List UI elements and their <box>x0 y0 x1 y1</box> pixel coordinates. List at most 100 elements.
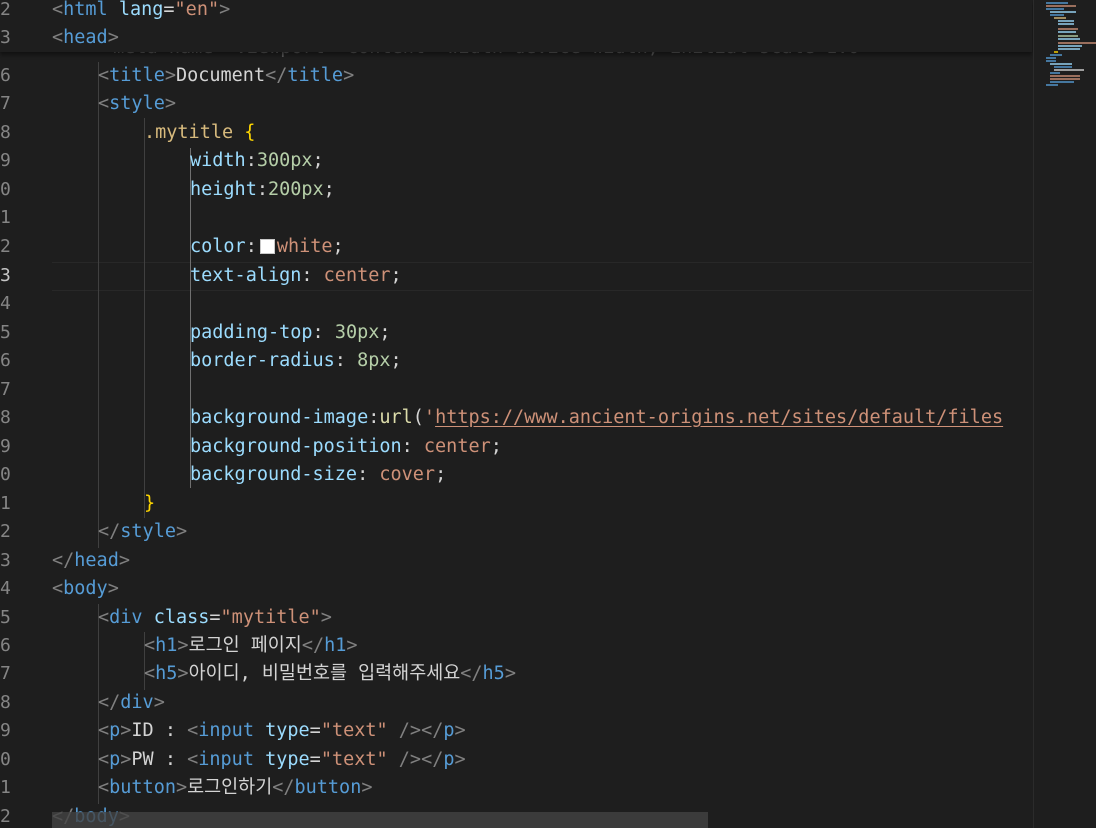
token-bracket: </ <box>272 777 295 798</box>
code-line-color: color: white; <box>190 233 344 262</box>
line-number: 7 <box>0 663 11 684</box>
token-bracket: < <box>98 93 110 114</box>
token-equals: = <box>163 0 175 20</box>
token-brace: } <box>144 493 156 514</box>
token-bracket: > <box>177 663 189 684</box>
token-string: "mytitle" <box>220 607 321 628</box>
minimap-line <box>1058 28 1078 30</box>
minimap-line <box>1058 35 1078 37</box>
code-line-head-close: </head> <box>52 547 130 576</box>
token-bracket: > <box>504 663 516 684</box>
token-bracket: </ <box>421 749 444 770</box>
line-number: 8 <box>0 692 11 713</box>
token-colon: : <box>245 236 257 257</box>
line-number: 2 <box>0 521 11 542</box>
code-line-h5: <h5>아이디, 비밀번호를 입력해주세요</h5> <box>144 660 516 689</box>
token-bracket: </ <box>98 521 121 542</box>
minimap-line <box>1058 23 1074 25</box>
token-text: Document <box>175 65 266 86</box>
minimap-line <box>1058 31 1076 33</box>
code-line-text-align: text-align: center; <box>190 262 402 291</box>
line-number: 1 <box>0 493 11 514</box>
token-colon: : <box>401 436 413 457</box>
minimap-line <box>1046 57 1056 59</box>
code-line-h1: <h1>로그인 페이지</h1> <box>144 632 358 661</box>
code-line-height: height:200px; <box>190 176 335 205</box>
token-tag: h5 <box>155 663 178 684</box>
token-value: cover <box>379 464 436 485</box>
token-paren: ( <box>412 407 424 428</box>
line-number: 5 <box>0 322 11 343</box>
token-tag: input <box>198 749 254 770</box>
token-bracket: > <box>320 607 332 628</box>
token-property: color <box>190 236 246 257</box>
token-text: 아이디, 비밀번호를 입력해주세요 <box>188 663 461 684</box>
token-bracket: > <box>107 27 119 48</box>
sticky-line-html[interactable]: <html lang="en"> <box>52 0 230 25</box>
minimap-line <box>1050 72 1060 74</box>
token-bracket: > <box>454 749 466 770</box>
sticky-scroll-header[interactable]: 2 3 <html lang="en"> <head> <box>0 0 1032 52</box>
minimap-line <box>1050 63 1072 65</box>
token-tag: div <box>109 607 143 628</box>
token-bracket: > <box>343 65 355 86</box>
token-bracket: > <box>120 720 132 741</box>
minimap[interactable] <box>1033 0 1096 828</box>
code-editor[interactable]: 678901234567890123456789012 <title>Docum… <box>0 0 1096 828</box>
line-number: 1 <box>0 777 11 798</box>
token-text: 로그인하기 <box>187 777 273 798</box>
token-property: width <box>190 150 246 171</box>
token-tag: button <box>294 777 362 798</box>
token-colon: : <box>301 265 313 286</box>
token-url-link[interactable]: https://www.ancient-origins.net/sites/de… <box>435 407 1003 428</box>
token-bracket: < <box>98 777 110 798</box>
token-bracket: > <box>219 0 231 20</box>
token-tag: head <box>63 27 108 48</box>
token-bracket: > <box>175 777 188 798</box>
minimap-line <box>1050 78 1080 80</box>
token-bracket: < <box>98 720 110 741</box>
line-number: 0 <box>0 464 11 485</box>
line-number: 2 <box>0 806 11 827</box>
code-line-background-size: background-size: cover; <box>190 461 446 490</box>
line-number: 8 <box>0 407 11 428</box>
token-bracket: </ <box>52 550 75 571</box>
code-line-width: width:300px; <box>190 147 324 176</box>
minimap-line <box>1050 81 1074 83</box>
code-area[interactable]: <title>Document</title> <style> .mytitle… <box>52 0 1032 828</box>
line-number: 2 <box>0 236 11 257</box>
code-line-selector: .mytitle { <box>144 119 255 148</box>
horizontal-scrollbar[interactable] <box>52 812 708 828</box>
token-function: url <box>379 407 413 428</box>
token-tag: p <box>443 720 455 741</box>
minimap-line <box>1054 17 1066 19</box>
minimap-line <box>1050 75 1080 77</box>
minimap-line <box>1054 66 1072 68</box>
token-bracket: > <box>346 635 358 656</box>
sticky-line-head[interactable]: <head> <box>52 24 119 53</box>
token-bracket: > <box>120 749 132 770</box>
token-bracket: < <box>144 635 156 656</box>
color-swatch-icon[interactable] <box>259 239 275 254</box>
minimap-line <box>1058 38 1080 40</box>
token-property: background-size <box>190 464 358 485</box>
token-colon: : <box>368 407 380 428</box>
token-value: center <box>323 265 391 286</box>
token-bracket: </ <box>98 692 121 713</box>
token-tag: button <box>109 777 176 798</box>
code-line-p-pw: <p>PW : <input type="text" /></p> <box>98 746 466 775</box>
code-line-button: <button>로그인하기</button> <box>98 774 372 803</box>
line-number: 8 <box>0 122 11 143</box>
token-attribute: class <box>153 607 210 628</box>
token-string: "en" <box>174 0 220 20</box>
token-semicolon: ; <box>312 150 324 171</box>
token-bracket: < <box>52 0 64 20</box>
token-text: PW : <box>131 749 188 770</box>
token-bracket: < <box>98 65 110 86</box>
line-number: 9 <box>0 720 11 741</box>
token-tag: p <box>443 749 455 770</box>
code-line-title: <title>Document</title> <box>98 62 354 91</box>
line-number: 7 <box>0 93 11 114</box>
token-bracket: < <box>187 720 199 741</box>
token-attribute: type <box>265 720 310 741</box>
